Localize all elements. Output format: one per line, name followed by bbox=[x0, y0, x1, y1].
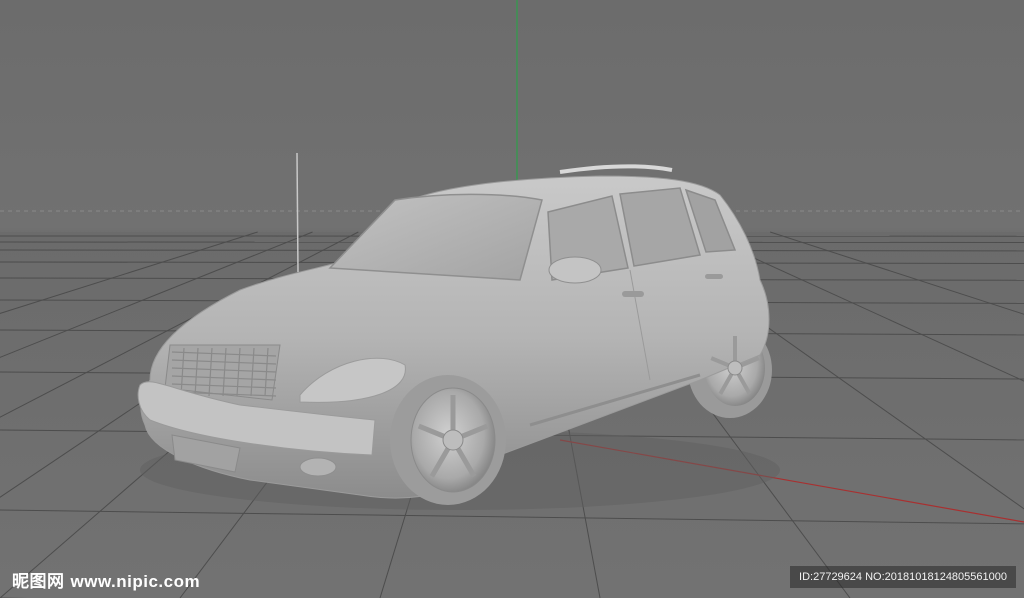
3d-viewport[interactable]: 昵图网 www.nipic.com ID:27729624 NO:20181018… bbox=[0, 0, 1024, 598]
rear-hub bbox=[727, 360, 743, 376]
antenna bbox=[296, 152, 299, 273]
door-handle bbox=[622, 291, 644, 297]
scene-canvas bbox=[0, 0, 1024, 598]
side-mirror bbox=[548, 256, 602, 284]
fog-light bbox=[299, 457, 337, 477]
watermark-id: ID:27729624 NO:20181018124805561000 bbox=[790, 566, 1016, 588]
rear-door-handle bbox=[705, 274, 723, 279]
watermark-brand-name: 昵图网 bbox=[12, 572, 65, 592]
watermark-url: www.nipic.com bbox=[70, 572, 201, 591]
front-hub bbox=[442, 429, 464, 451]
watermark-brand: 昵图网 www.nipic.com bbox=[12, 567, 200, 592]
roof-rail bbox=[559, 164, 673, 174]
windshield bbox=[328, 193, 543, 281]
